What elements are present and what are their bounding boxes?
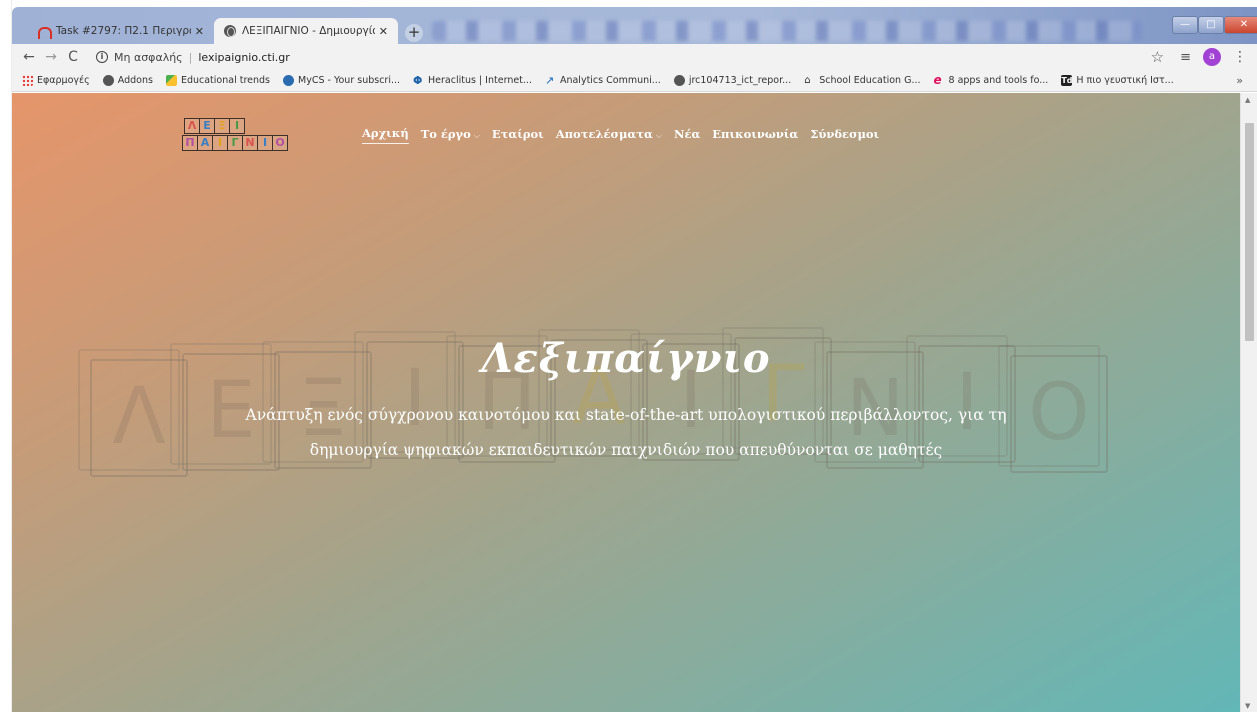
nav-item-home[interactable]: Αρχική (362, 126, 409, 144)
logo-letter-tile: Γ (227, 135, 243, 151)
address-bar[interactable]: i Μη ασφαλής | lexipaignio.cti.gr (96, 51, 1151, 64)
main-navigation: Αρχική Το έργο ⌵ Εταίροι Αποτελέσματα ⌵ Νέ… (362, 126, 891, 144)
graduation-cap-icon: ⌂ (804, 75, 811, 86)
bookmark-geustiki[interactable]: Td Η πιο γευστική Ιστ... (1061, 75, 1174, 86)
close-icon[interactable]: ✕ (379, 25, 388, 38)
scrollbar-thumb[interactable] (1245, 123, 1254, 341)
td-logo-icon: Td (1061, 75, 1073, 86)
nav-item-links[interactable]: Σύνδεσμοι (810, 127, 879, 144)
bookmark-label: School Education G... (819, 75, 921, 86)
bookmark-label: jrc104713_ict_repor... (688, 75, 792, 86)
apps-grid-icon (22, 75, 33, 86)
nav-item-news[interactable]: Νέα (674, 127, 700, 144)
close-window-button[interactable]: ✕ (1224, 16, 1257, 34)
bookmark-addons[interactable]: Addons (102, 75, 153, 86)
forward-arrow-icon[interactable]: → (40, 49, 62, 65)
bookmark-heraclitus[interactable]: Φ Heraclitus | Internet... (413, 75, 532, 86)
url-text[interactable]: lexipaignio.cti.gr (198, 51, 289, 64)
logo-letter-tile: Ε (199, 118, 215, 134)
blurred-tabs-area (432, 21, 1142, 41)
nav-label: Εταίροι (491, 126, 544, 141)
bookmark-analytics[interactable]: ↗ Analytics Communi... (545, 75, 661, 86)
new-tab-button[interactable]: + (405, 24, 423, 42)
bookmark-8-apps[interactable]: e 8 apps and tools fo... (933, 73, 1049, 87)
nav-item-contact[interactable]: Επικοινωνία (712, 127, 798, 144)
scroll-down-arrow-icon[interactable]: ▼ (1245, 702, 1250, 710)
url-separator: | (188, 50, 193, 64)
logo-letter-tile: Λ (184, 118, 200, 134)
nav-label: Επικοινωνία (712, 126, 799, 141)
nav-label: Αρχική (362, 126, 409, 140)
bookmark-label: Η πιο γευστική Ιστ... (1076, 75, 1174, 86)
tab-title: ΛΕΞΙΠΑΙΓΝΙΟ - Δημιουργία Ψηφι (242, 25, 375, 37)
hero-subtitle-line-1: Ανάπτυξη ενός σύγχρονου καινοτόμου και s… (245, 406, 1007, 424)
kebab-menu-icon[interactable]: ⋮ (1233, 49, 1247, 65)
tab-task[interactable]: Task #2797: Π2.1 Περιγραφή συν ✕ (28, 18, 214, 44)
hero-title: Λεξιπαίγνιο (481, 335, 771, 382)
logo-letter-tile: Ν (242, 135, 258, 151)
security-label: Μη ασφαλής (114, 50, 183, 64)
logo-letter-tile: Ι (212, 135, 228, 151)
site-logo[interactable]: ΛΕΞΙΠΑΙΓΝΙΟ (182, 115, 292, 155)
window-left-edge (0, 0, 12, 712)
bookmark-label: MyCS - Your subscri... (298, 75, 401, 86)
browser-tab-strip: Task #2797: Π2.1 Περιγραφή συν ✕ ΛΕΞΙΠΑΙ… (12, 7, 1257, 44)
bookmark-educational-trends[interactable]: Educational trends (165, 75, 270, 86)
trend-icon (165, 75, 177, 86)
hero-subtitle-line-2: δημιουργία ψηφιακών εκπαιδευτικών παιχνι… (309, 441, 943, 459)
mycs-icon (283, 75, 294, 86)
bookmark-label: Analytics Communi... (559, 75, 661, 86)
bookmark-school-education[interactable]: ⌂ School Education G... (804, 75, 920, 86)
bookmark-label: 8 apps and tools fo... (948, 75, 1049, 86)
nav-label: Σύνδεσμοι (810, 126, 880, 141)
bookmarks-bar: Εφαρμογές Addons Educational trends MyCS… (12, 70, 1257, 92)
phi-icon: Φ (413, 74, 423, 87)
red-arc-icon (38, 26, 52, 39)
tab-lexipaignio[interactable]: ΛΕΞΙΠΑΙΓΝΙΟ - Δημιουργία Ψηφι ✕ (214, 18, 398, 44)
bookmark-label: Educational trends (180, 75, 270, 86)
bookmark-mycs[interactable]: MyCS - Your subscri... (283, 75, 400, 86)
minimize-button[interactable]: — (1172, 16, 1198, 34)
info-icon[interactable]: i (96, 51, 108, 63)
nav-label: Αποτελέσματα (555, 126, 653, 141)
profile-avatar[interactable]: a (1203, 48, 1221, 66)
globe-icon (673, 75, 685, 86)
maximize-button[interactable]: □ (1198, 16, 1224, 34)
back-arrow-icon[interactable]: ← (18, 49, 40, 65)
bookmark-label: Εφαρμογές (37, 75, 90, 86)
browser-toolbar: ← → C i Μη ασφαλής | lexipaignio.cti.gr … (12, 44, 1257, 70)
page-scrollbar[interactable]: ▲ ▼ (1240, 93, 1257, 712)
analytics-icon: ↗ (544, 74, 555, 87)
hero-section: ΛΕΞΙΠΑΙΓΝΙΟ ΛΕΞΙΠΑΙΓΝΙΟ Αρχική Το έργο ⌵ … (12, 93, 1240, 712)
logo-letter-tile: Ι (229, 118, 245, 134)
logo-letter-tile: Ι (257, 135, 273, 151)
logo-letter-tile: Ο (272, 135, 288, 151)
hero-subtitle: Ανάπτυξη ενός σύγχρονου καινοτόμου και s… (192, 398, 1060, 468)
e-logo-icon: e (933, 73, 942, 87)
bookmark-apps[interactable]: Εφαρμογές (22, 75, 90, 86)
nav-item-results[interactable]: Αποτελέσματα ⌵ (556, 127, 662, 144)
bookmarks-overflow-icon[interactable]: » (1236, 74, 1243, 87)
media-queue-icon[interactable]: ≡ (1180, 50, 1191, 65)
bookmark-label: Heraclitus | Internet... (428, 75, 532, 86)
bookmark-label: Addons (117, 75, 153, 86)
globe-icon (224, 25, 236, 37)
logo-letter-tile: Α (197, 135, 213, 151)
nav-label: Το έργο (420, 126, 471, 141)
bookmark-star-icon[interactable]: ☆ (1151, 48, 1164, 66)
globe-icon (102, 75, 114, 86)
logo-letter-tile: Π (182, 135, 198, 151)
chevron-down-icon: ⌵ (473, 130, 480, 140)
tab-title: Task #2797: Π2.1 Περιγραφή συν (56, 25, 191, 37)
scroll-up-arrow-icon[interactable]: ▲ (1245, 96, 1250, 104)
logo-letter-tile: Ξ (214, 118, 230, 134)
chevron-down-icon: ⌵ (655, 130, 662, 140)
nav-label: Νέα (673, 126, 701, 141)
close-icon[interactable]: ✕ (195, 25, 204, 38)
reload-icon[interactable]: C (62, 49, 84, 65)
bookmark-jrc[interactable]: jrc104713_ict_repor... (673, 75, 792, 86)
nav-item-partners[interactable]: Εταίροι (492, 127, 544, 144)
nav-item-project[interactable]: Το έργο ⌵ (421, 127, 480, 144)
